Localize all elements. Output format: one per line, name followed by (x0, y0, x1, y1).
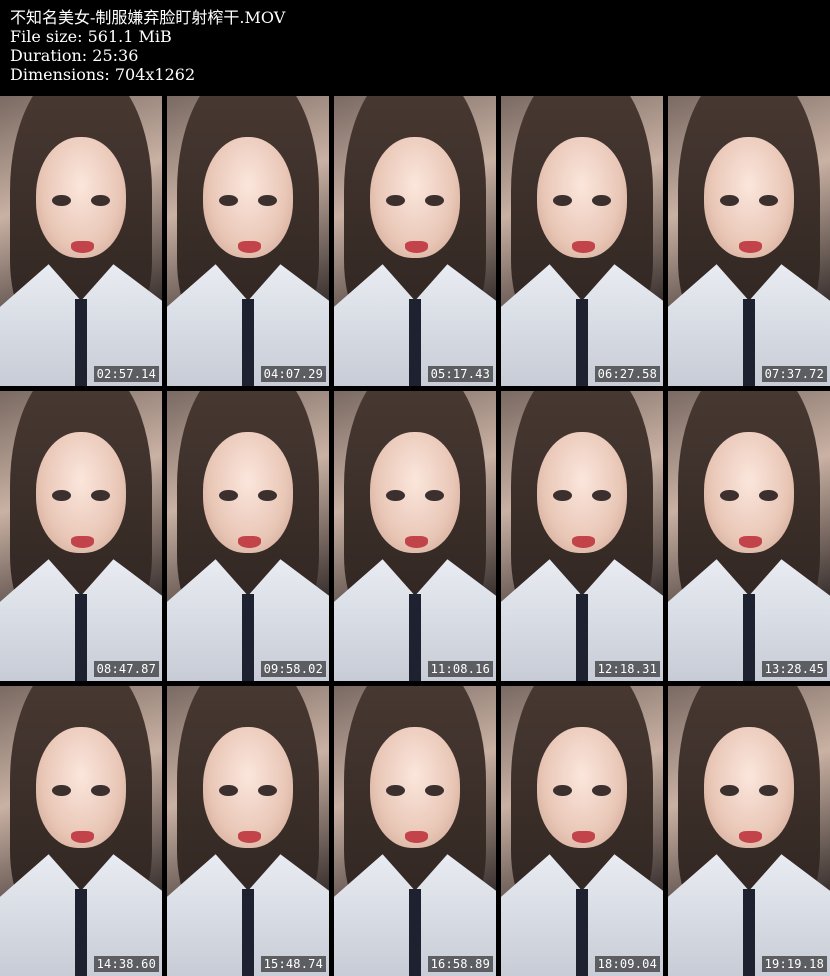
thumbnail-timestamp: 18:09.04 (594, 956, 660, 972)
file-duration: Duration: 25:36 (10, 46, 139, 65)
thumbnail-timestamp: 19:19.18 (761, 956, 827, 972)
thumbnail-timestamp: 12:18.31 (594, 661, 660, 677)
thumbnail-timestamp: 11:08.16 (427, 661, 493, 677)
video-thumbnail: 04:07.29 (167, 96, 329, 386)
video-thumbnail: 13:28.45 (668, 391, 830, 681)
thumbnail-timestamp: 04:07.29 (260, 366, 326, 382)
thumbnail-timestamp: 06:27.58 (594, 366, 660, 382)
video-thumbnail: 08:47.87 (0, 391, 162, 681)
video-thumbnail: 12:18.31 (501, 391, 663, 681)
thumbnail-timestamp: 14:38.60 (93, 956, 159, 972)
video-thumbnail: 16:58.89 (334, 686, 496, 976)
video-thumbnail: 15:48.74 (167, 686, 329, 976)
file-title: 不知名美女-制服嫌弃脸盯射榨干.MOV (10, 8, 286, 27)
file-dimensions: Dimensions: 704x1262 (10, 65, 196, 84)
thumbnail-grid: 02:57.14 04:07.29 05:17.43 06:27.58 07:3… (0, 96, 830, 976)
thumbnail-timestamp: 15:48.74 (260, 956, 326, 972)
video-thumbnail: 05:17.43 (334, 96, 496, 386)
file-size: File size: 561.1 MiB (10, 27, 172, 46)
file-info-header: 不知名美女-制服嫌弃脸盯射榨干.MOV File size: 561.1 MiB… (10, 8, 285, 84)
video-thumbnail: 14:38.60 (0, 686, 162, 976)
thumbnail-timestamp: 16:58.89 (427, 956, 493, 972)
thumbnail-timestamp: 09:58.02 (260, 661, 326, 677)
video-thumbnail: 18:09.04 (501, 686, 663, 976)
video-thumbnail: 02:57.14 (0, 96, 162, 386)
video-thumbnail: 11:08.16 (334, 391, 496, 681)
thumbnail-timestamp: 13:28.45 (761, 661, 827, 677)
thumbnail-timestamp: 08:47.87 (93, 661, 159, 677)
thumbnail-timestamp: 02:57.14 (93, 366, 159, 382)
video-thumbnail: 09:58.02 (167, 391, 329, 681)
video-thumbnail: 06:27.58 (501, 96, 663, 386)
video-thumbnail: 19:19.18 (668, 686, 830, 976)
thumbnail-timestamp: 07:37.72 (761, 366, 827, 382)
thumbnail-timestamp: 05:17.43 (427, 366, 493, 382)
video-thumbnail: 07:37.72 (668, 96, 830, 386)
